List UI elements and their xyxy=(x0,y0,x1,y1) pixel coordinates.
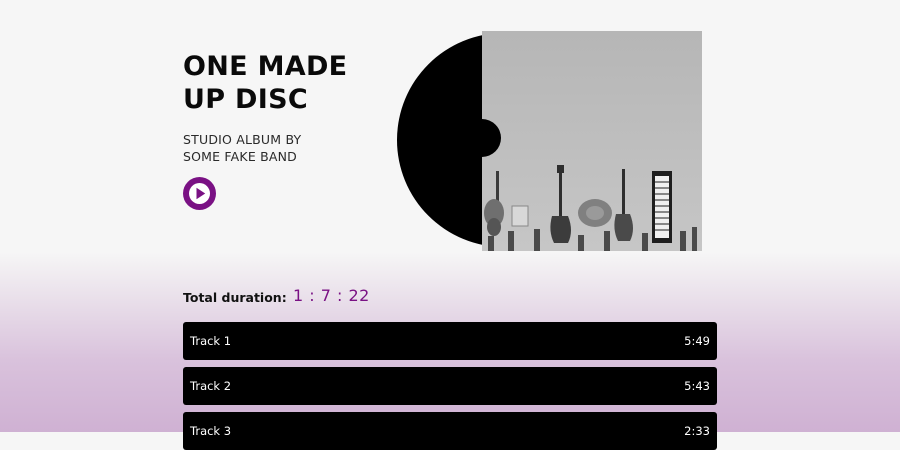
track-duration: 5:43 xyxy=(684,379,710,393)
track-name: Track 1 xyxy=(190,334,232,348)
album-hero: ONE MADE UP DISC STUDIO ALBUM BY SOME FA… xyxy=(0,0,900,252)
play-icon xyxy=(189,183,210,204)
album-subtitle: STUDIO ALBUM BY SOME FAKE BAND xyxy=(183,131,343,165)
album-title-line-2: UP DISC xyxy=(183,84,308,115)
track-row-2[interactable]: Track 2 5:43 xyxy=(183,367,717,405)
album-title-line-1: ONE MADE xyxy=(183,51,348,82)
track-duration: 2:33 xyxy=(684,424,710,438)
track-row-3[interactable]: Track 3 2:33 xyxy=(183,412,717,450)
album-subtitle-line-2: SOME FAKE BAND xyxy=(183,149,297,164)
total-duration-value: 1 : 7 : 22 xyxy=(293,286,370,305)
album-subtitle-line-1: STUDIO ALBUM BY xyxy=(183,132,302,147)
track-row-1[interactable]: Track 1 5:49 xyxy=(183,322,717,360)
track-duration: 5:49 xyxy=(684,334,710,348)
play-button[interactable] xyxy=(183,177,216,210)
track-name: Track 2 xyxy=(190,379,232,393)
total-duration-label: Total duration: xyxy=(183,290,287,305)
track-name: Track 3 xyxy=(190,424,232,438)
album-cover-image xyxy=(482,31,702,251)
album-title: ONE MADE UP DISC xyxy=(183,50,383,116)
